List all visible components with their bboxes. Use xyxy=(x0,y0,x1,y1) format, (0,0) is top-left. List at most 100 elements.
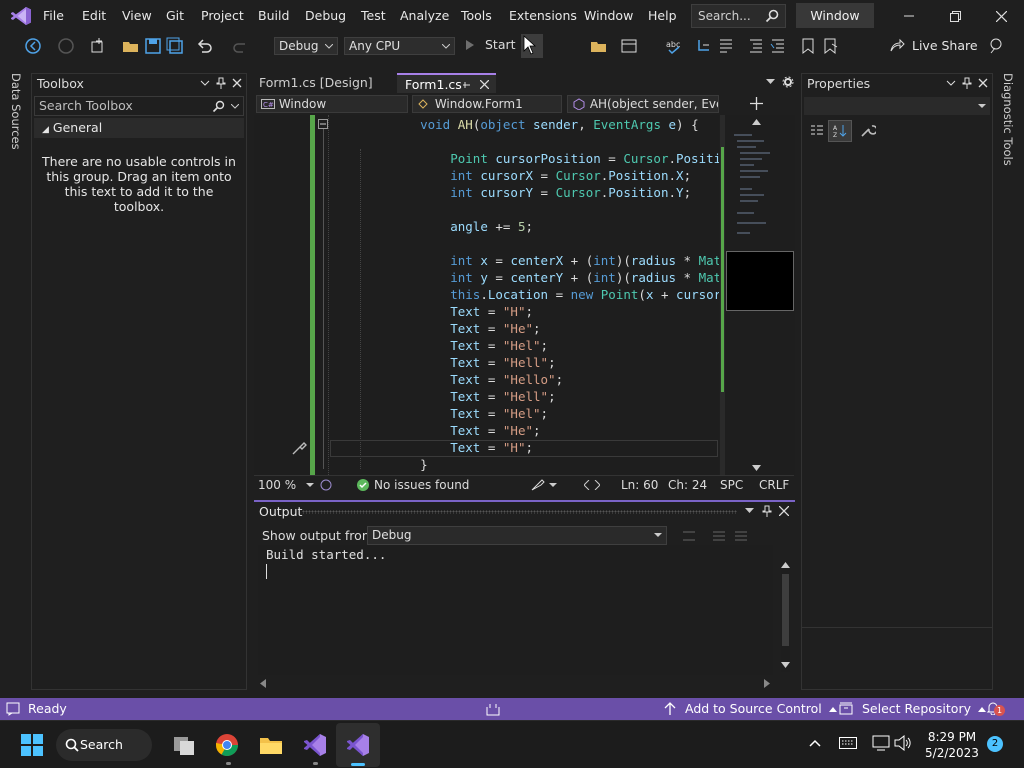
menu-edit[interactable]: Edit xyxy=(82,8,106,26)
menu-tools[interactable]: Tools xyxy=(461,8,492,26)
notification-center-badge[interactable]: 2 xyxy=(987,736,1003,752)
quick-actions-screwdriver-icon[interactable] xyxy=(291,440,307,456)
restore-button[interactable] xyxy=(932,0,978,32)
save-icon[interactable] xyxy=(144,37,162,55)
solution-configuration-dropdown[interactable]: Debug xyxy=(274,37,338,55)
undo-icon[interactable] xyxy=(196,37,214,55)
live-share-button[interactable]: Live Share xyxy=(889,37,978,55)
task-view-icon[interactable] xyxy=(172,733,196,757)
word-wrap-icon[interactable] xyxy=(734,531,748,541)
menu-test[interactable]: Test xyxy=(361,8,386,26)
editor-minimap-scrollbar[interactable] xyxy=(720,115,795,475)
menu-view[interactable]: View xyxy=(122,8,152,26)
issues-status[interactable]: No issues found xyxy=(374,478,469,492)
scroll-left-arrow-icon[interactable] xyxy=(260,679,266,688)
menu-window[interactable]: Window xyxy=(584,8,633,26)
clear-all-icon[interactable] xyxy=(712,531,726,541)
next-bookmark-icon[interactable] xyxy=(821,37,839,55)
feedback-icon[interactable] xyxy=(987,37,1005,55)
close-window-button[interactable] xyxy=(978,0,1024,32)
show-hidden-icons-chevron-icon[interactable] xyxy=(809,739,821,747)
member-dropdown[interactable]: AH(object sender, Eve xyxy=(567,95,719,113)
pin-icon[interactable] xyxy=(462,80,471,90)
close-icon[interactable] xyxy=(480,80,489,89)
visual-studio-logo-icon[interactable] xyxy=(10,6,32,26)
intellicode-icon[interactable] xyxy=(320,479,332,491)
scroll-right-arrow-icon[interactable] xyxy=(764,679,770,688)
navigate-back-icon[interactable] xyxy=(24,37,42,55)
notification-tray-icon[interactable] xyxy=(486,702,500,716)
object-selector-dropdown[interactable] xyxy=(804,97,990,115)
search-box[interactable]: Search... xyxy=(691,4,786,28)
output-scrollbar[interactable] xyxy=(781,562,790,672)
zoom-level[interactable]: 100 % xyxy=(258,478,296,492)
network-icon[interactable] xyxy=(872,735,890,751)
menu-extensions[interactable]: Extensions xyxy=(509,8,577,26)
code-cleanup-brush-icon[interactable] xyxy=(531,479,545,491)
chevron-down-icon[interactable] xyxy=(306,483,314,488)
redo-icon[interactable] xyxy=(231,37,249,55)
menu-project[interactable]: Project xyxy=(201,8,244,26)
keyboard-icon[interactable] xyxy=(839,737,857,749)
navigate-forward-icon[interactable] xyxy=(57,37,75,55)
scroll-up-arrow-icon[interactable] xyxy=(781,562,790,568)
uncomment-lines-icon[interactable] xyxy=(769,37,787,55)
class-dropdown[interactable]: Window.Form1 xyxy=(412,95,562,113)
previous-issue-icon[interactable] xyxy=(584,480,590,490)
taskbar-search-button[interactable]: Search xyxy=(56,729,152,761)
next-issue-icon[interactable] xyxy=(594,480,600,490)
add-to-source-control-button[interactable]: Add to Source Control xyxy=(664,701,837,716)
minimize-button[interactable] xyxy=(886,0,932,32)
diagnostic-tools-tab[interactable]: Diagnostic Tools xyxy=(1001,73,1015,166)
whitespace-mode[interactable]: SPC xyxy=(720,478,743,492)
scrollbar-thumb[interactable] xyxy=(782,574,789,646)
menu-debug[interactable]: Debug xyxy=(305,8,346,26)
chevron-down-icon[interactable] xyxy=(549,483,557,488)
tab-form1-cs[interactable]: Form1.cs xyxy=(397,73,496,93)
output-source-dropdown[interactable]: Debug xyxy=(367,526,667,545)
bookmark-icon[interactable] xyxy=(799,37,817,55)
data-sources-tab[interactable]: Data Sources xyxy=(9,73,23,150)
chevron-down-icon[interactable] xyxy=(231,104,239,109)
notifications-button[interactable]: 1 xyxy=(986,701,1008,717)
chrome-icon[interactable] xyxy=(215,733,239,757)
pin-icon[interactable] xyxy=(962,77,972,89)
file-explorer-icon[interactable] xyxy=(259,733,283,757)
column-number[interactable]: Ch: 24 xyxy=(668,478,707,492)
layout-icon[interactable] xyxy=(620,37,638,55)
menu-help[interactable]: Help xyxy=(648,8,677,26)
solution-name-badge[interactable]: Window xyxy=(796,3,874,28)
new-project-icon[interactable] xyxy=(89,37,107,55)
spell-check-icon[interactable]: abc xyxy=(665,37,683,55)
menu-analyze[interactable]: Analyze xyxy=(400,8,449,26)
pin-icon[interactable] xyxy=(762,505,772,517)
open-folder-icon[interactable] xyxy=(122,37,140,55)
chevron-down-icon[interactable] xyxy=(200,77,210,89)
chevron-down-icon[interactable] xyxy=(946,77,956,89)
split-editor-icon[interactable] xyxy=(750,97,763,110)
windows-start-icon[interactable] xyxy=(21,734,43,756)
settings-gear-icon[interactable] xyxy=(782,76,794,88)
line-number[interactable]: Ln: 60 xyxy=(621,478,658,492)
scroll-down-arrow-icon[interactable] xyxy=(781,662,790,668)
find-message-icon[interactable] xyxy=(682,531,696,541)
scroll-up-arrow-icon[interactable] xyxy=(752,119,761,125)
volume-icon[interactable] xyxy=(894,735,912,751)
menu-file[interactable]: File xyxy=(43,8,64,26)
menu-git[interactable]: Git xyxy=(166,8,184,26)
visual-studio-taskbar-icon[interactable] xyxy=(303,733,327,757)
save-all-icon[interactable] xyxy=(166,37,184,55)
toggle-breakpoint-icon[interactable] xyxy=(717,37,735,55)
toolbox-search-input[interactable]: Search Toolbox xyxy=(34,96,244,116)
visual-studio-active-taskbar-button[interactable] xyxy=(336,723,380,767)
solution-platform-dropdown[interactable]: Any CPU xyxy=(344,37,455,55)
categorized-icon[interactable] xyxy=(810,124,824,138)
collapse-region-icon[interactable] xyxy=(318,119,328,129)
close-icon[interactable] xyxy=(232,77,242,89)
tab-form1-design[interactable]: Form1.cs [Design] xyxy=(251,73,381,93)
step-into-icon[interactable] xyxy=(695,37,713,55)
output-horizontal-scrollbar[interactable] xyxy=(258,678,772,688)
pin-icon[interactable] xyxy=(216,77,226,89)
panel-drag-grip[interactable] xyxy=(302,510,737,514)
scroll-down-arrow-icon[interactable] xyxy=(752,465,761,471)
